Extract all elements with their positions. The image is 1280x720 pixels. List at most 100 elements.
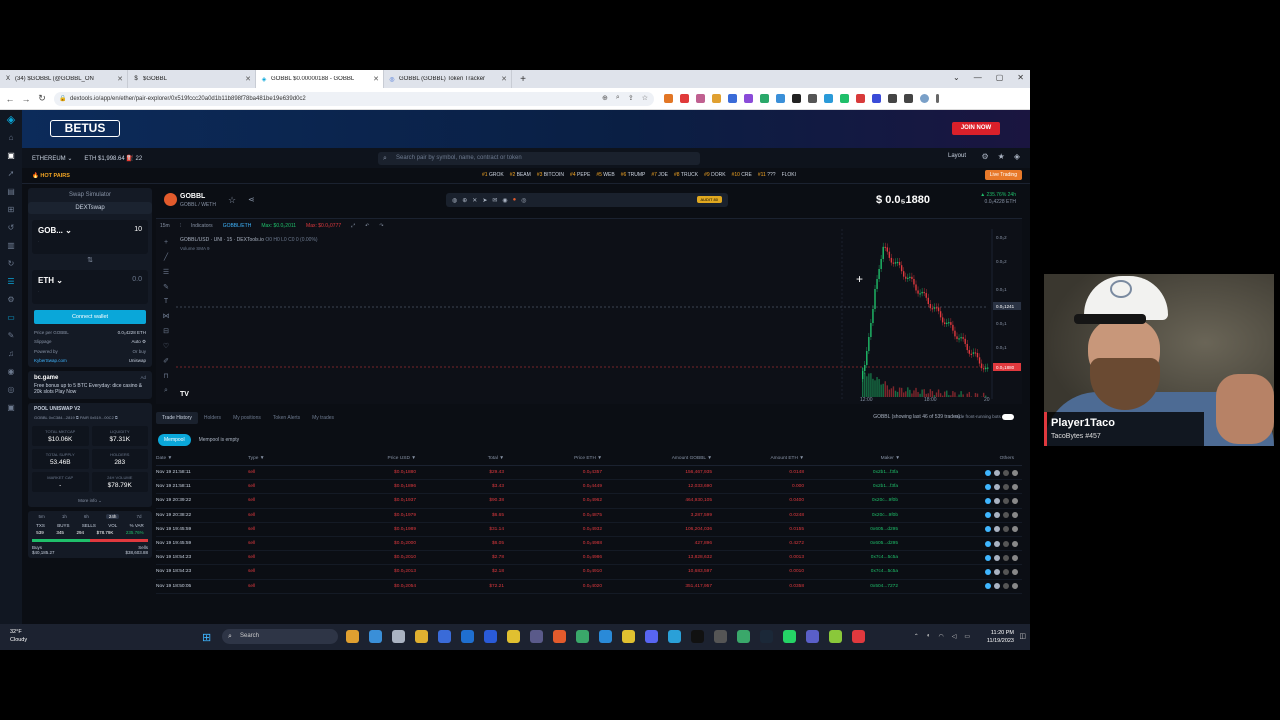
- app-icon[interactable]: [714, 630, 727, 643]
- zoom-icon[interactable]: ⌕: [164, 387, 168, 395]
- chevron-down-icon[interactable]: [1012, 512, 1018, 519]
- swap-simulator-toggle[interactable]: Swap Simulator: [28, 188, 152, 202]
- hot-pair-item[interactable]: FLOKI: [782, 172, 796, 178]
- sponsored-ad[interactable]: bc.game Ad Free bonus up to 5 BTC Everyda…: [28, 371, 152, 399]
- weather-widget[interactable]: 32°F Cloudy: [10, 628, 27, 644]
- hot-pair-item[interactable]: #6 TRUMP: [621, 172, 646, 178]
- cell-maker[interactable]: 0x20c...9f0b: [812, 498, 908, 503]
- notes-icon[interactable]: [507, 630, 520, 643]
- chevron-down-icon[interactable]: [1012, 540, 1018, 547]
- extension-icon[interactable]: [760, 94, 769, 103]
- browser-tab-1[interactable]: X (34) $GOBBL (@GOBBL_ON ✕: [0, 70, 128, 88]
- windows-start-icon[interactable]: ⊞: [202, 631, 211, 644]
- app-tray-icon[interactable]: ◐: [927, 633, 931, 640]
- col-total[interactable]: Total ▼: [424, 456, 512, 461]
- tab-trade-history[interactable]: Trade History: [156, 412, 198, 424]
- grid-icon[interactable]: ⊞: [0, 200, 22, 218]
- extension-icon[interactable]: [696, 94, 705, 103]
- file-explorer-icon[interactable]: [415, 630, 428, 643]
- refresh-icon[interactable]: ↻: [0, 254, 22, 272]
- timeframe-1h[interactable]: 1h: [62, 514, 67, 519]
- from-token-select[interactable]: GOB... ⌄: [38, 226, 142, 235]
- pattern-icon[interactable]: ⋈: [163, 312, 170, 320]
- mempool-toggle[interactable]: Mempool: [158, 434, 191, 446]
- col-amount-token[interactable]: Amount GOBBL ▼: [610, 456, 720, 461]
- copy-icon[interactable]: [994, 469, 1000, 476]
- discord-icon[interactable]: [645, 630, 658, 643]
- info-icon[interactable]: ▣: [0, 398, 22, 416]
- explorer-icon[interactable]: [985, 526, 991, 533]
- obs-icon[interactable]: [530, 630, 543, 643]
- taskbar-search[interactable]: ⌕ Search: [222, 629, 338, 644]
- new-tab-button[interactable]: +: [516, 74, 530, 85]
- cell-maker[interactable]: 0x504...7272: [812, 584, 908, 589]
- cell-maker[interactable]: 0x7c4...5c5a: [812, 569, 908, 574]
- explorer-icon[interactable]: [985, 497, 991, 504]
- copy-icon[interactable]: [994, 512, 1000, 519]
- heart-icon[interactable]: ♡: [163, 342, 169, 350]
- chevron-down-icon[interactable]: [1012, 469, 1018, 476]
- filter-icon[interactable]: [1003, 512, 1009, 519]
- table-row[interactable]: Nov 19 20:38:22 sell $0.0₅1979 $6.65 0.0₉487…: [156, 509, 1022, 523]
- tools-icon[interactable]: ✎: [0, 326, 22, 344]
- copy-icon[interactable]: [994, 583, 1000, 590]
- home-icon[interactable]: ⌂: [0, 128, 22, 146]
- chevron-down-icon[interactable]: [1012, 568, 1018, 575]
- cell-maker[interactable]: 0x20c...9f0b: [812, 513, 908, 518]
- cell-maker[interactable]: 0x605...d295: [812, 541, 908, 546]
- brush-icon[interactable]: ✎: [163, 283, 169, 291]
- copy-icon[interactable]: [994, 540, 1000, 547]
- chart-icon[interactable]: ▥: [0, 236, 22, 254]
- table-row[interactable]: Nov 19 21:58:11 sell $0.0₅1896 $3.43 0.0₉444…: [156, 480, 1022, 495]
- filter-icon[interactable]: [1003, 583, 1009, 590]
- tab-holders[interactable]: Holders: [198, 412, 227, 424]
- hot-pair-item[interactable]: #7 JOE: [651, 172, 668, 178]
- extension-icon[interactable]: [728, 94, 737, 103]
- account-icon[interactable]: ◈: [1014, 152, 1020, 161]
- col-amount-eth[interactable]: Amount ETH ▼: [720, 456, 812, 461]
- extension-icon[interactable]: [712, 94, 721, 103]
- copy-icon[interactable]: [994, 568, 1000, 575]
- web-icon[interactable]: ◍: [452, 197, 457, 204]
- chevron-up-icon[interactable]: ⌃: [914, 633, 919, 640]
- join-now-button[interactable]: JOIN NOW: [952, 122, 1000, 135]
- close-tab-icon[interactable]: ✕: [373, 75, 379, 83]
- chrome-icon[interactable]: [852, 630, 865, 643]
- close-tab-icon[interactable]: ✕: [245, 75, 251, 83]
- copy-icon[interactable]: [994, 554, 1000, 561]
- bookmark-star-icon[interactable]: ☆: [642, 94, 648, 102]
- tiktok-icon[interactable]: [691, 630, 704, 643]
- cell-maker[interactable]: 0x2b1...f3fa: [812, 470, 908, 475]
- chevron-down-icon[interactable]: [1012, 483, 1018, 490]
- timeframe-24h[interactable]: 24h: [105, 514, 120, 519]
- from-amount[interactable]: 10: [134, 226, 142, 233]
- live-trading-button[interactable]: Live Trading: [984, 170, 1022, 180]
- explorer-icon[interactable]: [985, 540, 991, 547]
- zoom-icon[interactable]: ⌕: [616, 94, 620, 102]
- copy-icon[interactable]: [994, 483, 1000, 490]
- tab-token-alerts[interactable]: Token Alerts: [267, 412, 306, 424]
- reload-icon[interactable]: ↻: [36, 93, 48, 104]
- dextswap-tab[interactable]: DEXTswap: [28, 202, 152, 214]
- hot-pair-item[interactable]: #8 TRUCK: [674, 172, 698, 178]
- candlestick-chart[interactable]: 12:00 18:00 20 0.0₅2 0.0₅2 0.0₅1 0.0₅124…: [176, 229, 1022, 405]
- hot-pair-item[interactable]: #9 DORK: [704, 172, 725, 178]
- share-icon[interactable]: ⋖: [248, 195, 255, 204]
- chevron-down-icon[interactable]: [1012, 554, 1018, 561]
- table-row[interactable]: Nov 19 19:45:59 sell $0.0₅2000 $6.05 0.0₉498…: [156, 537, 1022, 552]
- table-row[interactable]: Nov 19 18:54:23 sell $0.0₅2010 $2.78 0.0₉498…: [156, 551, 1022, 566]
- fib-icon[interactable]: ☰: [163, 268, 169, 276]
- url-field[interactable]: 🔒 dextools.io/app/en/ether/pair-explorer…: [54, 91, 654, 106]
- wifi-icon[interactable]: ◠: [938, 633, 943, 640]
- close-tab-icon[interactable]: ✕: [117, 75, 123, 83]
- tab-my-positions[interactable]: My positions: [227, 412, 267, 424]
- table-row[interactable]: Nov 19 18:54:23 sell $0.0₅2013 $2.18 0.0₉491…: [156, 565, 1022, 580]
- minimize-icon[interactable]: —: [974, 73, 982, 82]
- brave-icon[interactable]: [553, 630, 566, 643]
- profile-avatar[interactable]: [920, 94, 929, 103]
- dextools-logo-icon[interactable]: ◈: [0, 110, 22, 128]
- magnet-icon[interactable]: ⊓: [163, 372, 168, 380]
- to-token-select[interactable]: ETH ⌄: [38, 276, 142, 285]
- app-icon[interactable]: [829, 630, 842, 643]
- chat-icon[interactable]: ▭: [0, 308, 22, 326]
